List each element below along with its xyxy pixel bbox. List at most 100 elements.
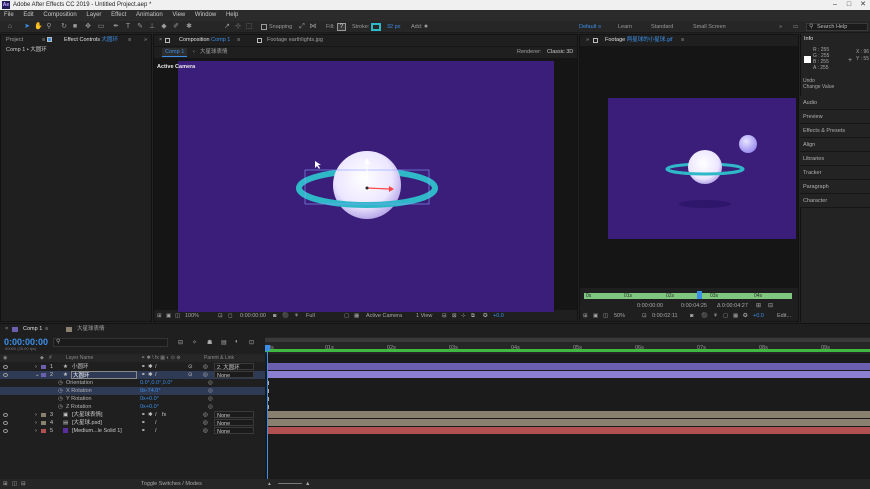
layer-duration-bar[interactable] xyxy=(268,363,870,370)
pickwhip-icon[interactable]: ◎ xyxy=(203,419,208,427)
fx-switch-icon[interactable]: fx xyxy=(162,411,166,419)
camera-dropdown[interactable]: Active Camera xyxy=(366,311,402,322)
tab-footage[interactable]: Footage earthlights.jpg xyxy=(264,36,326,45)
parent-dropdown[interactable]: 2. 大圆环 xyxy=(214,363,254,371)
exposure-value[interactable]: +0.0 xyxy=(493,311,504,322)
comp-canvas[interactable]: Active Camera xyxy=(157,61,554,312)
transfer-controls-icon[interactable]: ◫ xyxy=(12,479,17,489)
menu-effect[interactable]: Effect xyxy=(107,10,130,21)
sync-settings-icon[interactable]: ▭ xyxy=(793,21,798,33)
layer-row-2[interactable]: ⌄ 2 ★ 大圆环 ⚭ ✱ / ⊙ ◎ None xyxy=(0,371,265,379)
tab-timeline-planet[interactable]: 大星球表情 xyxy=(74,325,108,334)
timeline-playhead[interactable] xyxy=(267,345,268,484)
layer-row-3[interactable]: › 3 ▣ [大星球表情] ⚭ ✱ / fx ◎ None xyxy=(0,411,265,419)
stopwatch-icon[interactable]: ◷ xyxy=(58,403,63,411)
menu-composition[interactable]: Composition xyxy=(39,10,80,21)
eye-icon[interactable] xyxy=(3,429,8,433)
draft-3d-icon[interactable]: ✧ xyxy=(192,339,197,346)
in-out-icon[interactable]: ⊟ xyxy=(21,479,26,489)
collapse-switch-icon[interactable]: ✱ xyxy=(148,371,153,379)
workspace-learn[interactable]: Learn xyxy=(618,21,632,33)
snap-features-icon[interactable]: ⋈ xyxy=(309,23,317,31)
3d-glasses-icon[interactable]: ▣ xyxy=(593,311,598,322)
eye-icon[interactable] xyxy=(3,373,8,377)
layer-name[interactable]: [大星球表情] xyxy=(72,411,103,419)
zoom-out-icon[interactable]: ▴ xyxy=(268,479,271,489)
layer-name-edit[interactable]: 大圆环 xyxy=(71,371,137,379)
workspace-menu-icon[interactable]: ≡ xyxy=(598,21,601,33)
panel-character[interactable]: Character xyxy=(800,194,870,208)
channel-icon[interactable]: ⚘ xyxy=(713,311,718,322)
current-time[interactable]: 0:00:00:00 xyxy=(240,311,266,322)
footage-in-time[interactable]: 0:00:00:00 xyxy=(637,303,663,309)
quality-switch-icon[interactable]: / xyxy=(155,363,157,371)
property-value[interactable]: 0x-74.0° xyxy=(140,387,161,395)
tab-project[interactable]: Project xyxy=(3,36,26,45)
motion-blur-icon[interactable]: ◐ xyxy=(235,339,239,345)
view-layout-dropdown[interactable]: 1 View xyxy=(416,311,432,322)
subtab-planet-expression[interactable]: 大星球表情 xyxy=(197,48,231,57)
quality-switch-icon[interactable]: / xyxy=(155,411,157,419)
collapse-switch-icon[interactable]: ✱ xyxy=(148,363,153,371)
pickwhip-icon[interactable]: ◎ xyxy=(203,371,208,379)
snapshot-icon[interactable]: ◙ xyxy=(690,311,693,322)
subtab-comp1[interactable]: Comp 1 xyxy=(162,48,188,57)
snapshot-icon[interactable]: ◙ xyxy=(273,311,276,322)
stopwatch-icon[interactable]: ◷ xyxy=(58,387,63,395)
quality-switch-icon[interactable]: / xyxy=(155,427,157,435)
eye-icon[interactable] xyxy=(3,421,8,425)
pickwhip-icon[interactable]: ◎ xyxy=(203,363,208,371)
label-color[interactable] xyxy=(41,413,46,417)
shy-layers-icon[interactable]: ☗ xyxy=(207,339,212,346)
3d-glasses-icon[interactable]: ▣ xyxy=(166,311,171,322)
panel-overflow-icon[interactable]: » xyxy=(583,36,592,45)
shy-switch-icon[interactable]: ⚭ xyxy=(141,419,146,427)
resolution-dropdown[interactable]: Full xyxy=(306,311,315,322)
property-value[interactable]: 0x+0.0° xyxy=(140,403,159,411)
menu-file[interactable]: File xyxy=(0,10,18,21)
edit-original-button[interactable]: Edit... xyxy=(777,311,791,322)
panel-close-icon[interactable]: × xyxy=(2,325,11,334)
lock-icon[interactable] xyxy=(593,38,598,43)
property-value[interactable]: 0.0°,0.0°,0.0° xyxy=(140,379,173,387)
layer-name[interactable]: [Medium...le Solid 1] xyxy=(72,427,122,435)
fast-previews-icon[interactable]: ⊠ xyxy=(452,311,457,322)
exposure-value[interactable]: +0.0 xyxy=(753,311,764,322)
layer-switches-icon[interactable]: ⊞ xyxy=(3,479,8,489)
menu-help[interactable]: Help xyxy=(222,10,242,21)
stroke-swatch[interactable] xyxy=(371,23,381,31)
panel-tracker[interactable]: Tracker xyxy=(800,166,870,180)
eraser-tool-icon[interactable]: ◆ xyxy=(160,23,168,31)
anchor-point[interactable] xyxy=(365,186,369,190)
region-of-interest-icon[interactable]: ▢ xyxy=(344,311,349,322)
always-preview-icon[interactable]: ⊞ xyxy=(157,311,162,322)
graph-editor-icon[interactable]: ⊡ xyxy=(249,339,254,346)
composition-menu-icon[interactable]: ≡ xyxy=(234,36,243,45)
eye-icon[interactable] xyxy=(3,365,8,369)
grid-icon[interactable]: ⊡ xyxy=(218,311,223,322)
panel-preview[interactable]: Preview xyxy=(800,110,870,124)
zoom-dropdown[interactable]: 50% xyxy=(614,311,625,322)
footage-menu-icon[interactable]: ≡ xyxy=(678,36,687,45)
timeline-search-input[interactable]: ⚲ xyxy=(53,338,168,347)
current-time[interactable]: 0:00:02:11 xyxy=(652,311,678,322)
quality-switch-icon[interactable]: / xyxy=(155,419,157,427)
pickwhip-icon[interactable]: ◎ xyxy=(208,395,213,403)
layer-duration-bar[interactable] xyxy=(268,419,870,426)
add-property-icon[interactable]: ● xyxy=(422,23,430,31)
pickwhip-icon[interactable]: ◎ xyxy=(203,411,208,419)
home-icon[interactable]: ⌂ xyxy=(6,23,14,31)
collapse-switch-icon[interactable]: ✱ xyxy=(148,411,153,419)
tab-footage-active[interactable]: Footage 两星球的小星球.gif xyxy=(602,36,676,45)
layer-name-header[interactable]: Layer Name xyxy=(66,354,93,362)
footage-out-time[interactable]: 0:00:04:25 xyxy=(681,303,707,309)
footage-viewer[interactable] xyxy=(580,46,798,288)
snap-edges-icon[interactable]: ⤢ xyxy=(298,23,306,31)
panel-paragraph[interactable]: Paragraph xyxy=(800,180,870,194)
menu-layer[interactable]: Layer xyxy=(82,10,105,21)
show-snapshot-icon[interactable]: ⚫ xyxy=(282,311,289,322)
3d-layer-switch-icon[interactable]: ⊙ xyxy=(188,371,193,379)
expand-arrow-icon[interactable]: › xyxy=(35,411,37,419)
shy-switch-icon[interactable]: ⚭ xyxy=(141,427,146,435)
pickwhip-icon[interactable]: ◎ xyxy=(208,403,213,411)
